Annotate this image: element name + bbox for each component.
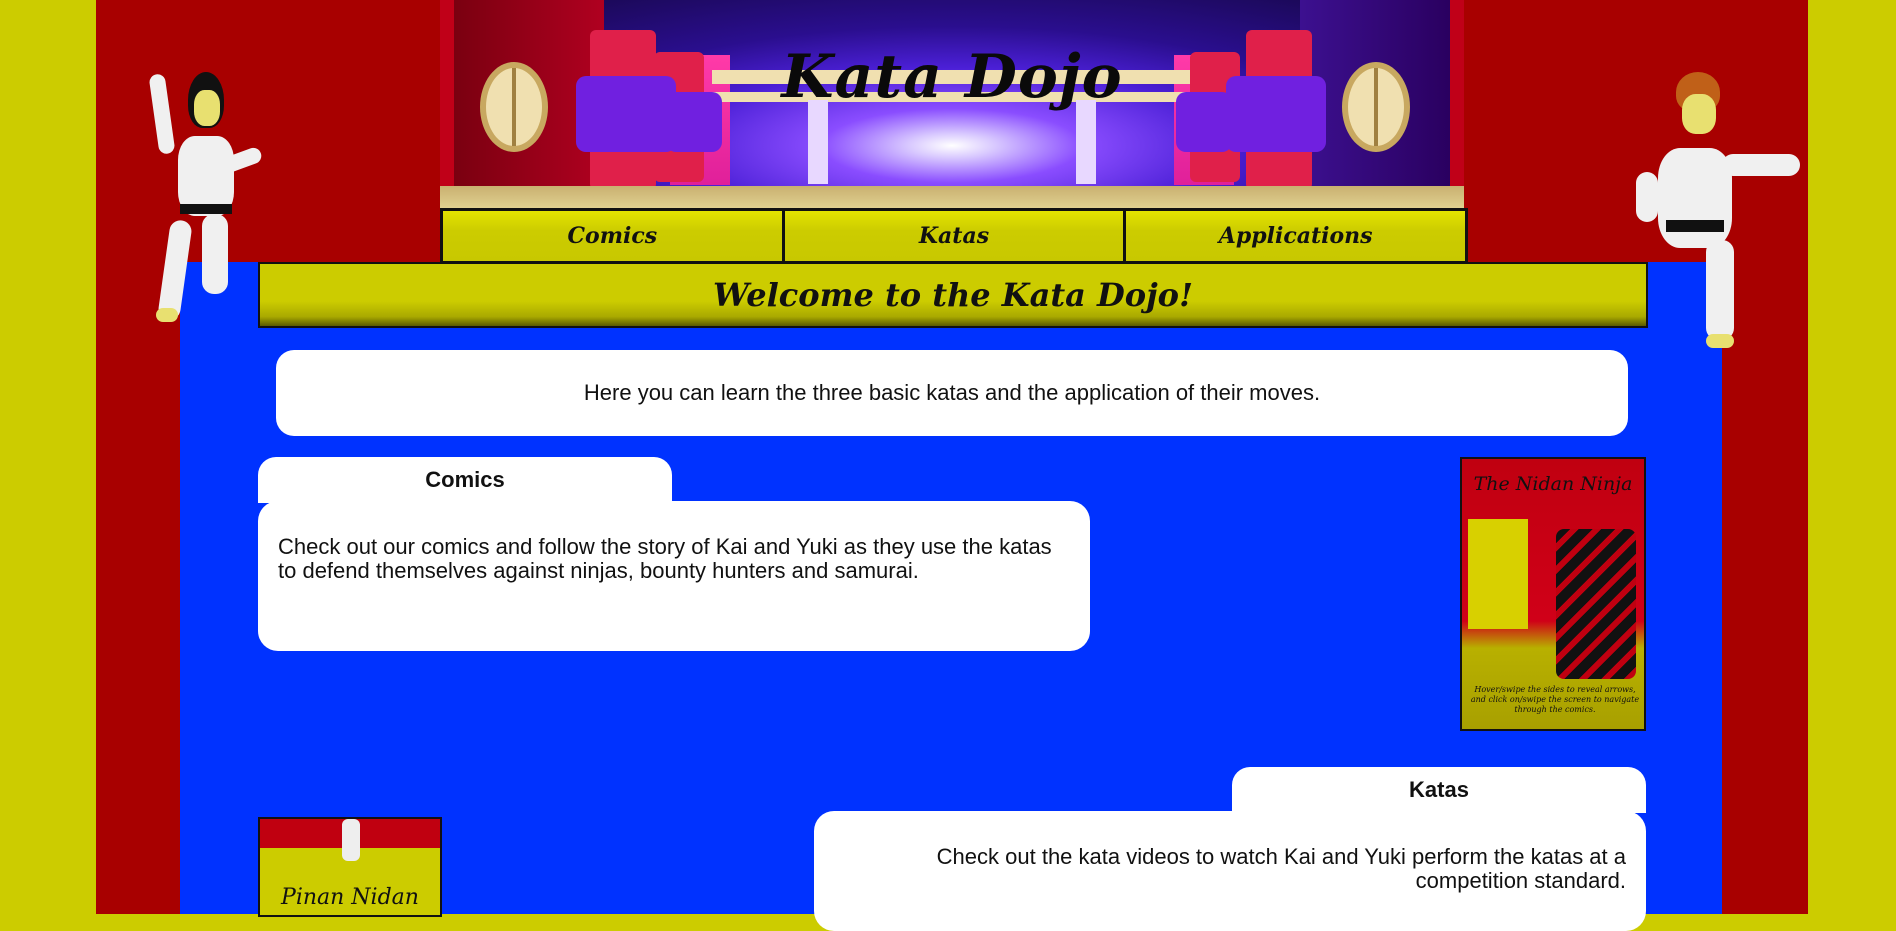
nav-item-applications[interactable]: Applications (1126, 208, 1469, 264)
welcome-heading: Welcome to the Kata Dojo! (258, 262, 1648, 328)
yuki-leg-right (202, 214, 228, 294)
torii-post-left (808, 100, 828, 184)
kai-leg (1706, 240, 1734, 340)
kai-head (1682, 94, 1716, 134)
banner-floor (440, 186, 1464, 208)
site-title: Kata Dojo (781, 42, 1123, 112)
katas-section-tab[interactable]: Katas (1232, 767, 1646, 813)
yuki-head (194, 90, 220, 126)
comics-section-tab[interactable]: Comics (258, 457, 672, 503)
kai-arm (1636, 172, 1658, 222)
yuki-belt (180, 204, 232, 214)
kata-thumb-title: Pinan Nidan (281, 885, 419, 910)
nav-item-comics[interactable]: Comics (440, 208, 785, 264)
kai-belt (1666, 220, 1724, 232)
kai-foot (1706, 334, 1734, 348)
nav-item-katas[interactable]: Katas (784, 208, 1127, 264)
comic-cover-caption: Hover/swipe the sides to reveal arrows, … (1470, 685, 1640, 714)
katas-description: Check out the kata videos to watch Kai a… (936, 844, 1626, 893)
kai-punch-arm (1722, 154, 1800, 176)
kata-thumb-figure (342, 819, 360, 861)
kai-gi (1658, 148, 1732, 248)
kata-video-thumbnail[interactable]: Pinan Nidan (258, 817, 442, 917)
comics-description: Check out our comics and follow the stor… (278, 534, 1052, 583)
yuki-raised-arm (148, 73, 176, 155)
comics-section-card: Check out our comics and follow the stor… (258, 501, 1090, 651)
comic-cover-art (1468, 519, 1528, 629)
main-nav: Comics Katas Applications (440, 208, 1469, 264)
yuki-leg-left (157, 218, 193, 322)
comic-cover-thumbnail[interactable]: The Nidan Ninja Hover/swipe the sides to… (1460, 457, 1646, 731)
torii-post-right (1076, 100, 1096, 184)
katas-section-card: Check out the kata videos to watch Kai a… (814, 811, 1646, 931)
character-kai (1626, 72, 1806, 362)
comic-cover-ninjas (1556, 529, 1636, 679)
character-yuki (148, 70, 270, 330)
comic-cover-title: The Nidan Ninja (1473, 473, 1633, 495)
intro-text: Here you can learn the three basic katas… (276, 350, 1628, 436)
yuki-foot (156, 308, 178, 322)
dojo-banner: Kata Dojo (440, 0, 1464, 208)
